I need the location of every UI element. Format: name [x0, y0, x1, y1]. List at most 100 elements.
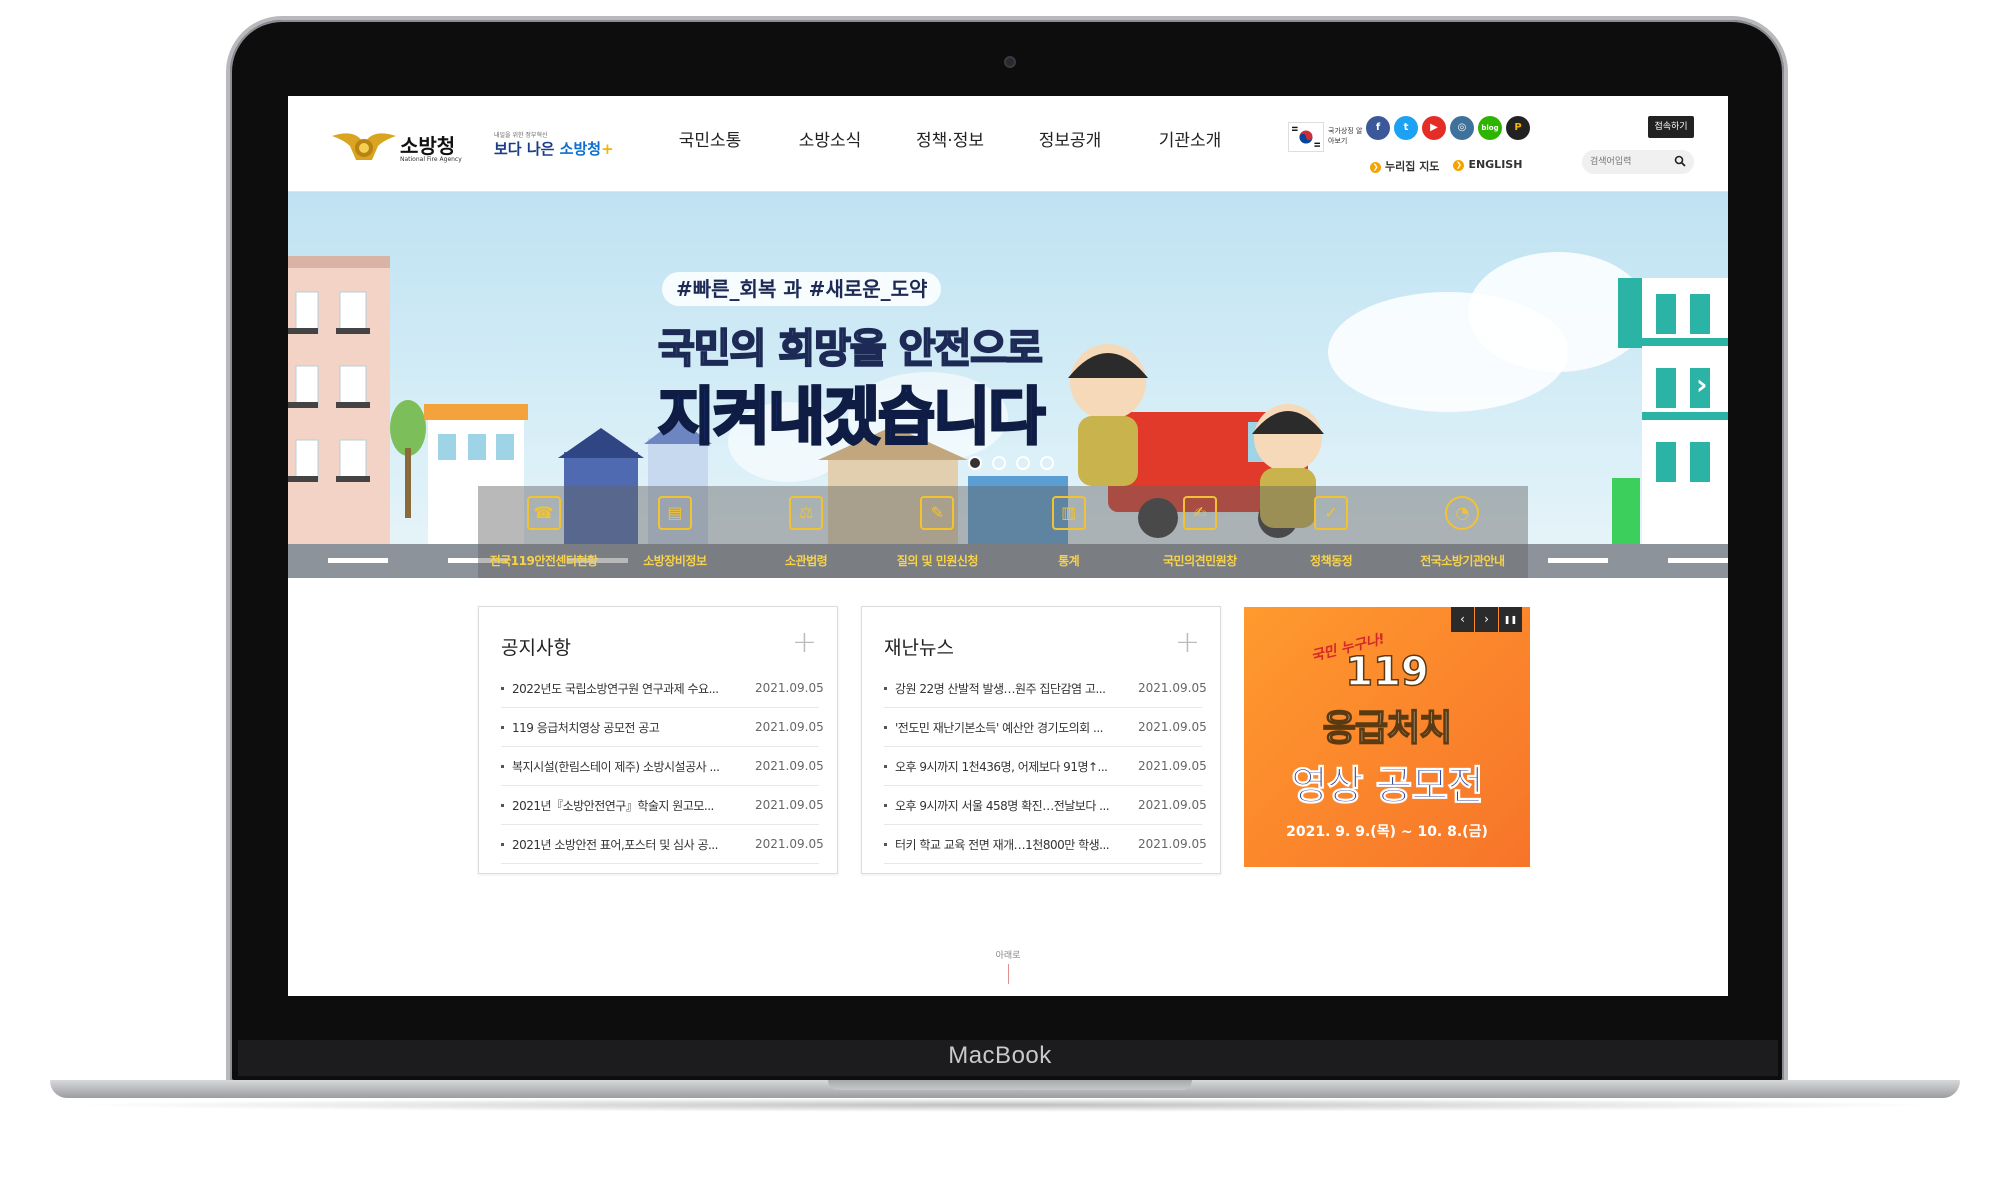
screen: 소방청 National Fire Agency 내일을 위한 정부혁신 보다 … [288, 96, 1728, 996]
site-header: 소방청 National Fire Agency 내일을 위한 정부혁신 보다 … [288, 96, 1728, 192]
instagram-icon[interactable]: ◎ [1450, 116, 1474, 140]
hotel-illustration [1612, 278, 1728, 548]
slogan[interactable]: 보다 나은 소방청+ [494, 138, 614, 159]
road-line [1548, 558, 1608, 563]
quick-link-statistics[interactable]: ▥ 통계 [1003, 486, 1134, 578]
quick-link-label: 전국119안전센터현황 [489, 554, 598, 568]
building-illustration [288, 256, 390, 546]
slide-dot[interactable] [1016, 456, 1030, 470]
pie-icon: ◔ [1445, 496, 1480, 530]
slide-prev-icon[interactable]: ‹ [298, 368, 310, 401]
quick-link-label: 질의 및 민원신청 [896, 554, 979, 568]
scroll-indicator [1008, 964, 1009, 984]
youtube-icon[interactable]: ▶ [1422, 116, 1446, 140]
contest-banner[interactable]: ‹ › ❚❚ 국민 누구나! 119 응급처치 영상 공모전 2021. 9. … [1244, 607, 1530, 867]
quick-link-label: 통계 [1058, 554, 1080, 568]
main-nav: 국민소통 소방소식 정책·정보 정보공개 기관소개 [650, 126, 1250, 151]
item-title: 터키 학교 교육 전면 재개…1천800만 학생... [895, 837, 1110, 852]
notice-list: 2022년도 국립소방연구원 연구과제 수요... 2021.09.05 119 … [501, 669, 824, 864]
access-button[interactable]: 접속하기 [1648, 116, 1694, 138]
quick-link-equipment[interactable]: ▤ 소방장비정보 [609, 486, 740, 578]
list-item[interactable]: 터키 학교 교육 전면 재개…1천800만 학생... 2021.09.05 [884, 825, 1207, 864]
board-title: 재난뉴스 [884, 637, 954, 659]
taegukgi-flag-icon[interactable] [1288, 122, 1324, 152]
sitemap-link[interactable]: 누리집 지도 [1370, 158, 1439, 174]
item-title: 119 응급처치영상 공모전 공고 [512, 720, 660, 735]
opinion-icon: ✍ [1182, 496, 1217, 530]
flag-label[interactable]: 국가상징 알아보기 [1328, 126, 1368, 146]
twitter-icon[interactable]: t [1394, 116, 1418, 140]
item-date: 2021.09.05 [1138, 837, 1207, 851]
list-item[interactable]: 오후 9시까지 1천436명, 어제보다 91명↑... 2021.09.05 [884, 747, 1207, 786]
more-plus-icon[interactable]: + [1175, 625, 1200, 660]
nav-item-policy[interactable]: 정책·정보 [890, 126, 1010, 151]
search-box [1582, 150, 1694, 174]
scroll-down-label[interactable]: 아래로 [288, 948, 1728, 961]
slide-dot[interactable] [1040, 456, 1054, 470]
list-item[interactable]: 119 응급처치영상 공모전 공고 2021.09.05 [501, 708, 824, 747]
quick-link-opinion[interactable]: ✍ 국민의견민원창 [1134, 486, 1265, 578]
banner-title: 응급처치 [1322, 707, 1453, 750]
banner-date: 2021. 9. 9.(목) ~ 10. 8.(금) [1286, 824, 1488, 840]
item-title: 2021년 소방안전 표어,포스터 및 심사 공... [512, 837, 718, 852]
quick-link-inquiry[interactable]: ✎ 질의 및 민원신청 [872, 486, 1003, 578]
hero-slider: #빠른_회복 과 #새로운_도약 국민의 희망을 안전으로 지켜내겠습니다 ‹ … [288, 192, 1728, 578]
nav-item-news[interactable]: 소방소식 [770, 126, 890, 151]
list-item[interactable]: 복지시설(한림스테이 제주) 소방시설공사 ... 2021.09.05 [501, 747, 824, 786]
search-icon[interactable] [1674, 155, 1686, 167]
english-link[interactable]: ENGLISH [1453, 158, 1522, 174]
item-title: 2021년『소방안전연구』학술지 원고모... [512, 798, 714, 813]
check-icon: ✓ [1314, 496, 1349, 530]
quick-link-label: 국민의견민원창 [1162, 554, 1237, 568]
util-links: 누리집 지도 ENGLISH [1370, 158, 1522, 174]
blog-icon[interactable]: blog [1478, 116, 1502, 140]
list-item[interactable]: '전도민 재난기본소득' 예산안 경기도의회 ... 2021.09.05 [884, 708, 1207, 747]
news-list: 강원 22명 산발적 발생…원주 집단감염 고... 2021.09.05 '전도… [884, 669, 1207, 864]
list-item[interactable]: 강원 22명 산발적 발생…원주 집단감염 고... 2021.09.05 [884, 669, 1207, 708]
hero-headline-main: 지켜내겠습니다 [656, 379, 1046, 455]
item-date: 2021.09.05 [755, 720, 824, 734]
nav-item-communication[interactable]: 국민소통 [650, 126, 770, 151]
banner-title: 영상 공모전 [1291, 763, 1485, 810]
laptop-shadow [60, 1098, 1950, 1112]
post-icon[interactable]: P [1506, 116, 1530, 140]
quick-link-label: 전국소방기관안내 [1420, 554, 1505, 568]
facebook-icon[interactable]: f [1366, 116, 1390, 140]
equipment-icon: ▤ [657, 496, 692, 530]
chart-icon: ▥ [1051, 496, 1086, 530]
banner-controls: ‹ › ❚❚ [1451, 607, 1522, 632]
banner-pause-icon[interactable]: ❚❚ [1499, 607, 1522, 632]
stage: MacBook 소방청 National Fire Agency 내일을 위한 … [0, 0, 2000, 1200]
item-date: 2021.09.05 [755, 759, 824, 773]
banner-next-icon[interactable]: › [1475, 607, 1498, 632]
list-item[interactable]: 2022년도 국립소방연구원 연구과제 수요... 2021.09.05 [501, 669, 824, 708]
notice-board: 공지사항 + 2022년도 국립소방연구원 연구과제 수요... 2021.09.… [478, 606, 838, 874]
list-item[interactable]: 2021년 소방안전 표어,포스터 및 심사 공... 2021.09.05 [501, 825, 824, 864]
list-item[interactable]: 2021년『소방안전연구』학술지 원고모... 2021.09.05 [501, 786, 824, 825]
item-date: 2021.09.05 [1138, 798, 1207, 812]
banner-prev-icon[interactable]: ‹ [1451, 607, 1474, 632]
quick-link-policy[interactable]: ✓ 정책동정 [1266, 486, 1397, 578]
quick-link-safety-center[interactable]: ☎ 전국119안전센터현황 [478, 486, 609, 578]
quick-link-agencies[interactable]: ◔ 전국소방기관안내 [1397, 486, 1528, 578]
search-input[interactable] [1590, 154, 1670, 170]
slide-next-icon[interactable]: › [1696, 368, 1708, 401]
hero-hashtag: #빠른_회복 과 #새로운_도약 [662, 272, 942, 306]
item-title: 강원 22명 산발적 발생…원주 집단감염 고... [895, 681, 1106, 696]
slide-dot[interactable] [992, 456, 1006, 470]
slide-dot[interactable] [968, 456, 982, 470]
nav-item-disclosure[interactable]: 정보공개 [1010, 126, 1130, 151]
logo-text[interactable]: 소방청 [400, 130, 455, 159]
quick-link-law[interactable]: ⚖ 소관법령 [741, 486, 872, 578]
item-date: 2021.09.05 [755, 681, 824, 695]
item-title: '전도민 재난기본소득' 예산안 경기도의회 ... [895, 720, 1103, 735]
more-plus-icon[interactable]: + [792, 625, 817, 660]
list-item[interactable]: 오후 9시까지 서울 458명 확진…전날보다 ... 2021.09.05 [884, 786, 1207, 825]
item-title: 복지시설(한림스테이 제주) 소방시설공사 ... [512, 759, 720, 774]
item-date: 2021.09.05 [1138, 720, 1207, 734]
nav-item-about[interactable]: 기관소개 [1130, 126, 1250, 151]
laptop-notch [828, 1080, 1192, 1090]
law-icon: ⚖ [789, 496, 824, 530]
logo-subtitle: National Fire Agency [400, 156, 462, 163]
item-date: 2021.09.05 [755, 798, 824, 812]
